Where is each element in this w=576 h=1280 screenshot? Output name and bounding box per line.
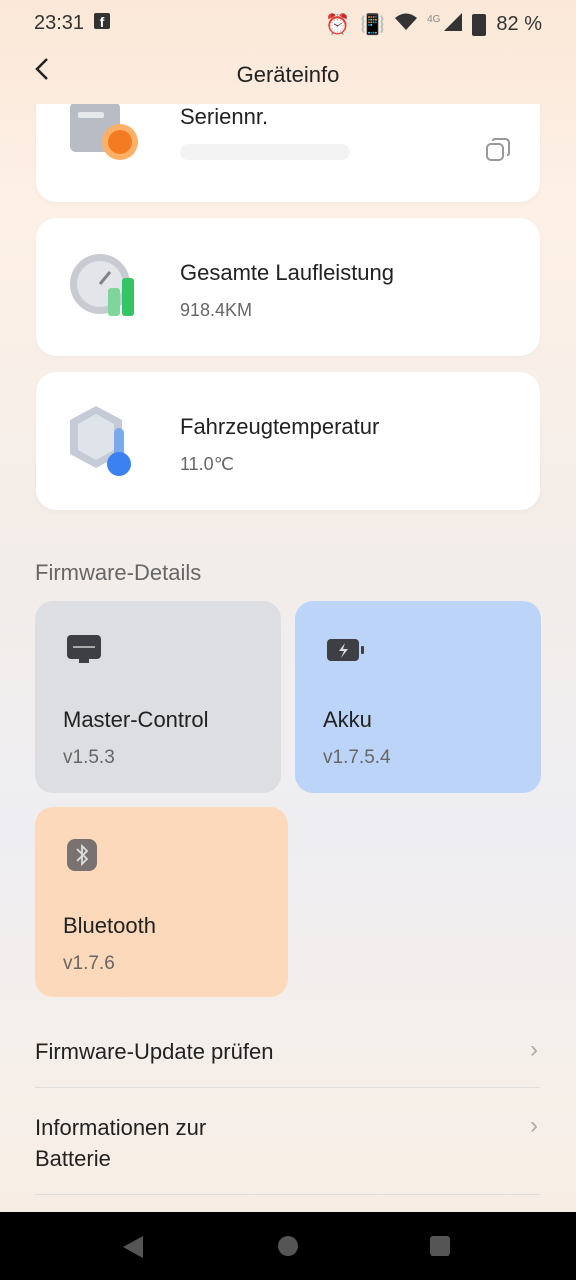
temperature-card: Fahrzeugtemperatur 11.0℃	[36, 372, 540, 510]
chevron-right-icon: ›	[530, 1112, 538, 1139]
master-control-name: Master-Control	[63, 707, 209, 732]
device-info-content[interactable]: Seriennr. Gesamte Laufleistung 918.4KM F…	[0, 104, 576, 1212]
vibrate-icon: 📳	[360, 14, 386, 36]
wifi-icon	[395, 13, 418, 37]
firmware-update-row[interactable]: Firmware-Update prüfen ›	[35, 1036, 540, 1068]
temperature-icon	[70, 406, 140, 476]
serial-number-icon	[70, 104, 140, 172]
chevron-right-icon: ›	[530, 1036, 538, 1063]
facebook-notification-icon: f	[94, 13, 110, 30]
serial-number-value	[180, 144, 350, 160]
battery-charging-icon	[327, 639, 364, 669]
battery-info-label-line1: Informationen zur	[35, 1115, 207, 1140]
serial-number-label: Seriennr.	[180, 104, 269, 129]
alarm-icon: ⏰	[325, 14, 351, 36]
battery-tile[interactable]: Akku v1.7.5.4	[295, 601, 541, 793]
bluetooth-name: Bluetooth	[63, 913, 156, 938]
battery-info-label-line2: Batterie	[35, 1146, 111, 1171]
battery-version: v1.7.5.4	[323, 747, 391, 768]
system-nav-bar	[0, 1212, 576, 1280]
nav-recent-apps-icon[interactable]	[430, 1236, 450, 1256]
battery-info-row[interactable]: Informationen zur Batterie ›	[35, 1112, 540, 1176]
bluetooth-version: v1.7.6	[63, 953, 115, 974]
nav-home-icon[interactable]	[278, 1236, 298, 1256]
battery-percent: 82 %	[496, 13, 542, 35]
mileage-value: 918.4KM	[180, 300, 253, 320]
master-control-tile[interactable]: Master-Control v1.5.3	[35, 601, 281, 793]
signal-icon	[444, 12, 463, 37]
nav-back-icon[interactable]	[123, 1236, 143, 1258]
bluetooth-tile[interactable]: Bluetooth v1.7.6	[35, 807, 288, 997]
battery-icon	[472, 13, 487, 36]
master-control-version: v1.5.3	[63, 747, 115, 768]
page-title: Geräteinfo	[236, 62, 340, 87]
temperature-value: 11.0℃	[180, 454, 234, 474]
status-bar: 23:31 f ⏰ 📳 4G 82 %	[0, 0, 576, 44]
temperature-label: Fahrzeugtemperatur	[180, 414, 380, 439]
mileage-label: Gesamte Laufleistung	[180, 260, 395, 285]
odometer-icon	[70, 252, 140, 322]
divider	[35, 1194, 540, 1195]
controller-icon	[67, 635, 101, 665]
serial-number-card: Seriennr.	[36, 104, 540, 202]
bluetooth-icon	[67, 839, 101, 871]
battery-name: Akku	[323, 707, 372, 732]
status-time: 23:31	[34, 12, 85, 34]
firmware-update-label: Firmware-Update prüfen	[35, 1039, 274, 1064]
firmware-section-title: Firmware-Details	[35, 560, 202, 585]
network-type: 4G	[427, 14, 441, 25]
divider	[35, 1087, 540, 1088]
copy-icon[interactable]	[486, 138, 510, 162]
mileage-card: Gesamte Laufleistung 918.4KM	[36, 218, 540, 356]
status-icons: ⏰ 📳 4G 82 %	[325, 12, 542, 37]
app-header: Geräteinfo	[0, 50, 576, 100]
